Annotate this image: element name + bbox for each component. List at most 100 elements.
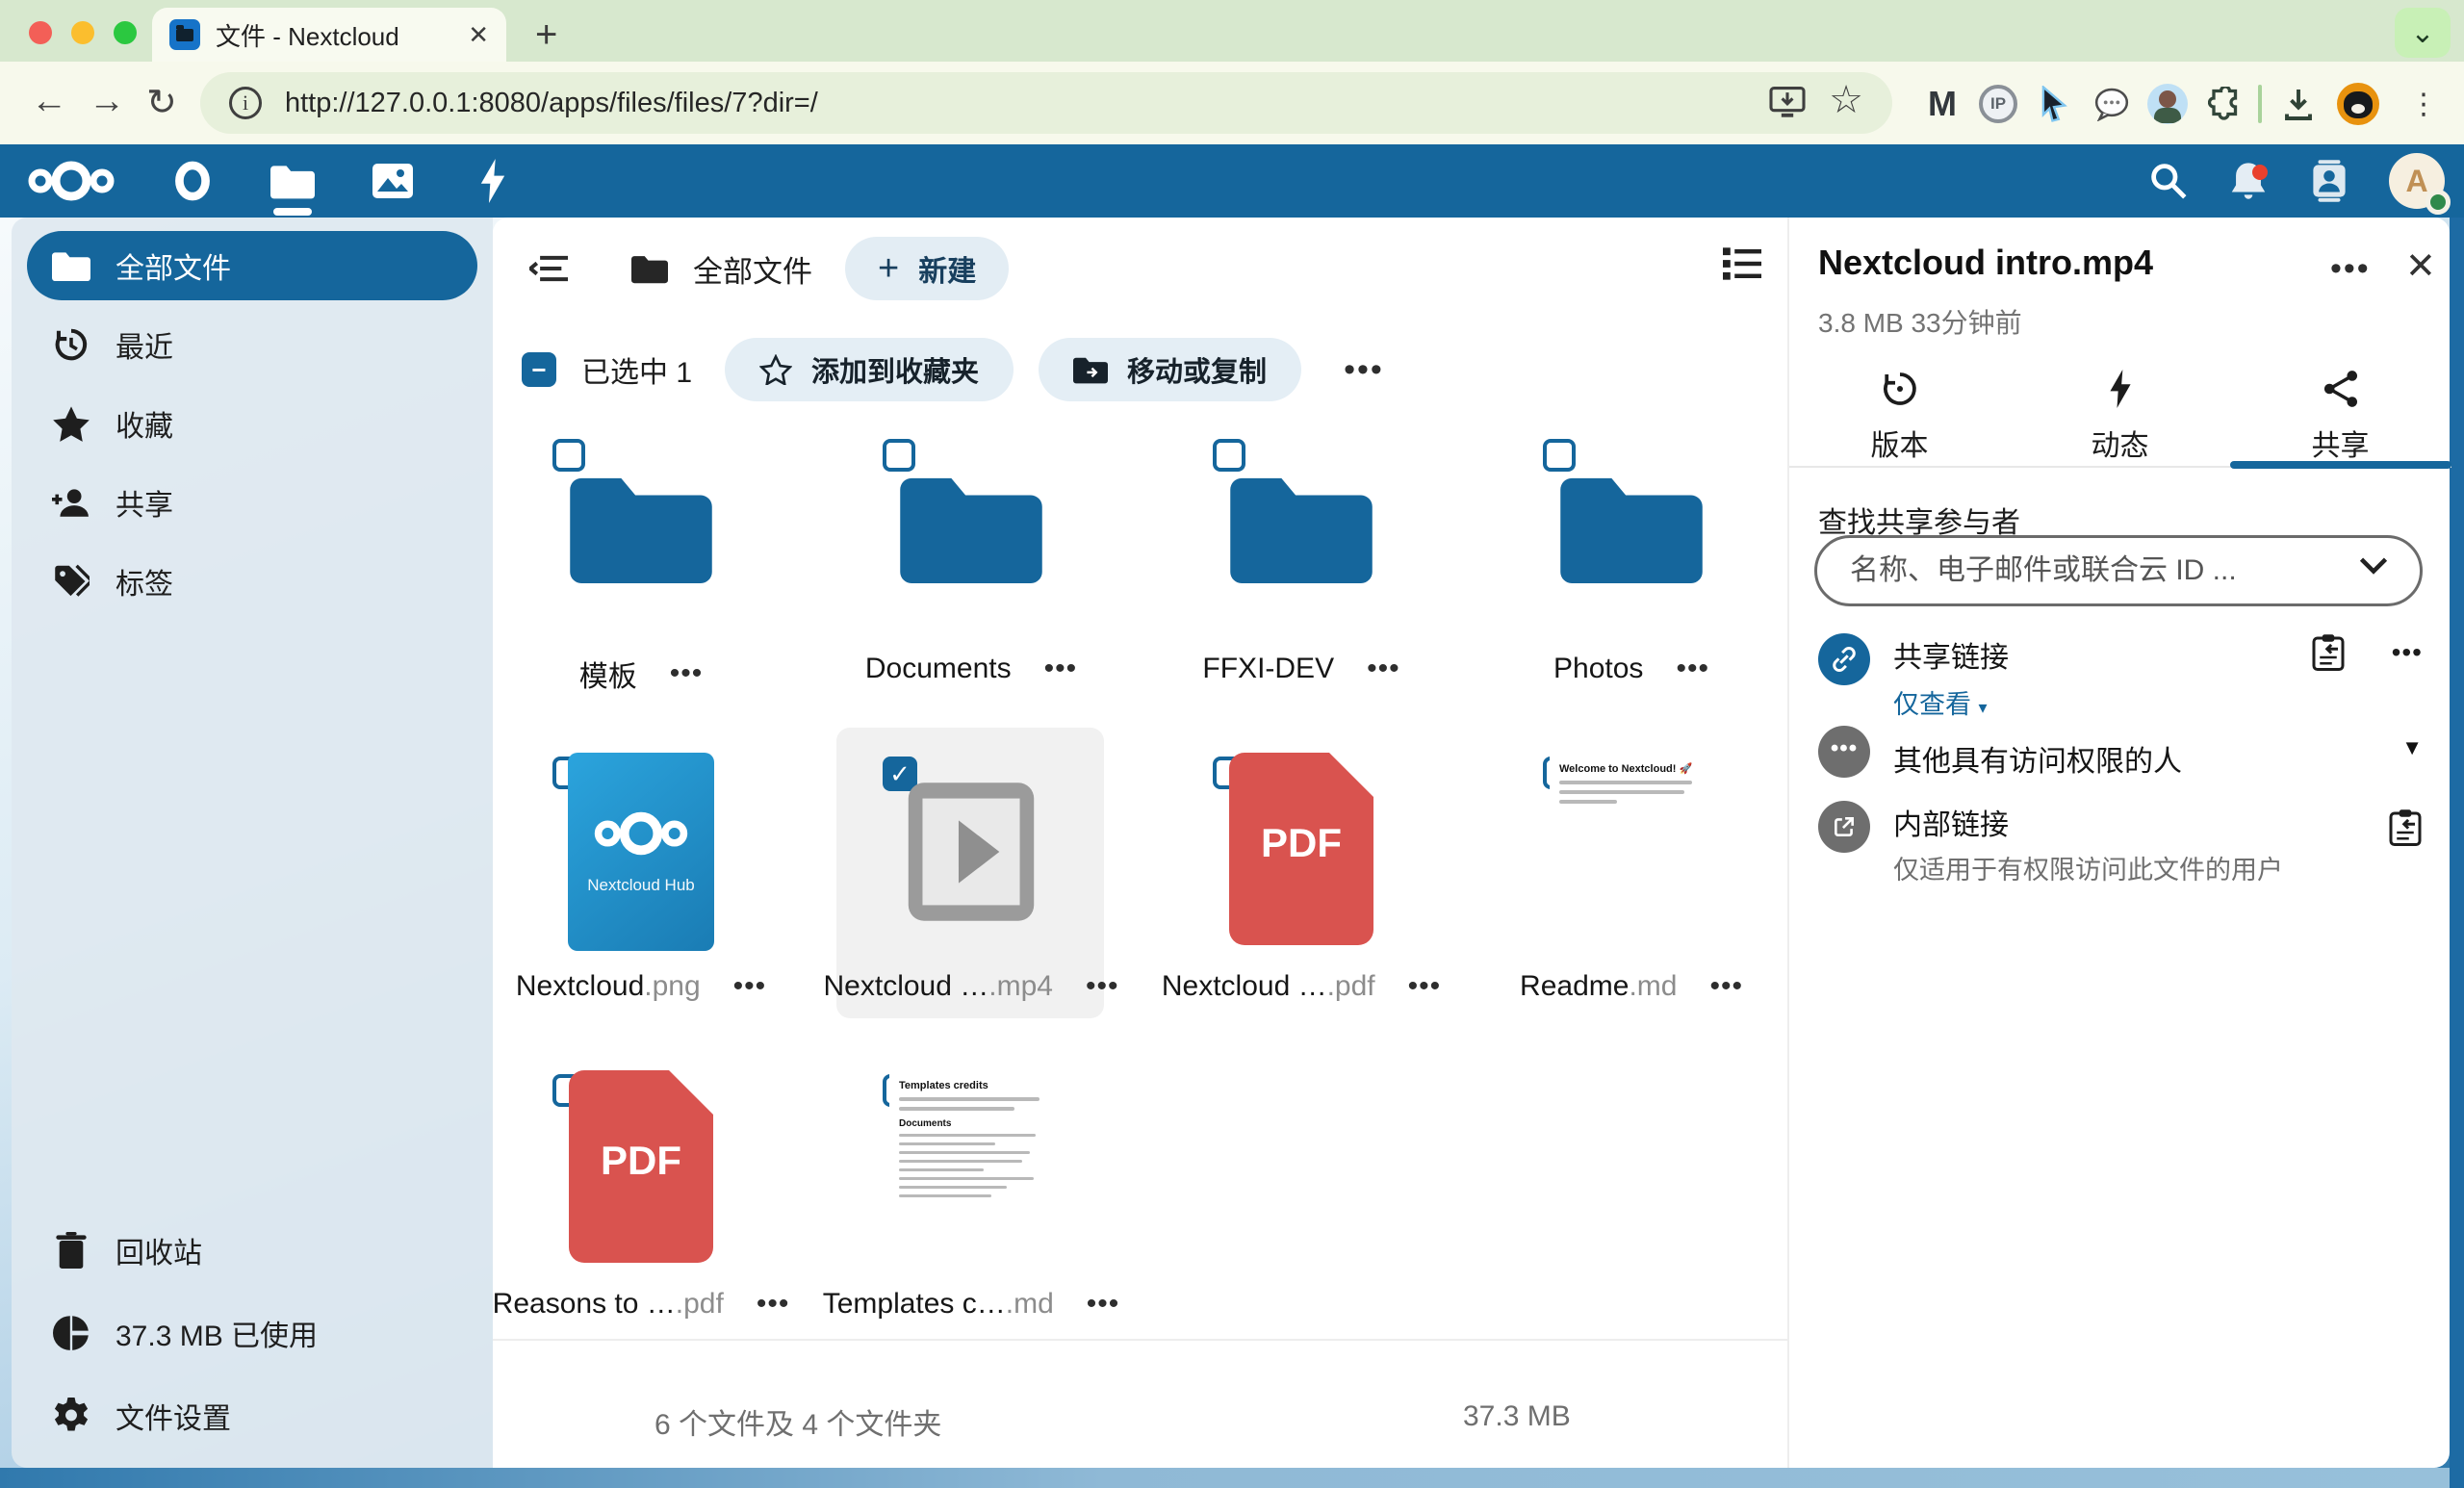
- profile-avatar-icon[interactable]: [2337, 83, 2379, 125]
- file-actions-icon[interactable]: •••: [1086, 970, 1119, 1003]
- file-checkbox[interactable]: [1213, 439, 1245, 472]
- tab-activity[interactable]: 动态: [2010, 360, 2230, 466]
- selection-more-icon[interactable]: •••: [1344, 351, 1384, 389]
- address-bar[interactable]: i http://127.0.0.1:8080/apps/files/files…: [200, 72, 1892, 134]
- file-actions-icon[interactable]: •••: [1709, 970, 1743, 1003]
- favorite-button-label: 添加到收藏夹: [811, 349, 979, 390]
- share-link-permission[interactable]: 仅查看 ▾: [1893, 683, 2009, 721]
- browser-tab[interactable]: 文件 - Nextcloud ✕: [152, 8, 506, 62]
- breadcrumb-label: 全部文件: [693, 247, 812, 291]
- sidebar-item-favorites[interactable]: 收藏: [27, 389, 477, 458]
- file-actions-icon[interactable]: •••: [1408, 970, 1442, 1003]
- others-label: 其他具有访问权限的人: [1893, 737, 2182, 780]
- expand-caret-icon[interactable]: ▼: [2401, 735, 2423, 760]
- folder-icon: [1499, 470, 1764, 583]
- sidebar-item-recent[interactable]: 最近: [27, 310, 477, 379]
- file-checkbox[interactable]: [1543, 439, 1576, 472]
- search-icon[interactable]: [2148, 161, 2189, 201]
- close-window-button[interactable]: [29, 21, 52, 44]
- file-tile-folder[interactable]: 模板•••: [520, 435, 850, 753]
- thumbnail-label: Nextcloud Hub: [587, 876, 695, 895]
- extensions-puzzle-icon[interactable]: [2204, 83, 2246, 125]
- zoom-window-button[interactable]: [114, 21, 137, 44]
- browser-menu-icon[interactable]: ⋮: [2402, 83, 2445, 125]
- tab-sharing-active[interactable]: 共享: [2230, 360, 2451, 466]
- sidebar-item-quota[interactable]: 37.3 MB 已使用: [27, 1298, 477, 1368]
- sidebar-item-shares[interactable]: 共享: [27, 468, 477, 537]
- back-button[interactable]: ←: [31, 81, 67, 122]
- nextcloud-header: A: [0, 144, 2464, 218]
- sidebar-item-trash[interactable]: 回收站: [27, 1216, 477, 1285]
- tab-versions[interactable]: 版本: [1789, 360, 2010, 466]
- minimize-window-button[interactable]: [71, 21, 94, 44]
- downloads-icon[interactable]: [2277, 83, 2320, 125]
- list-view-toggle-icon[interactable]: [1723, 246, 1761, 281]
- chevron-down-icon[interactable]: [2359, 556, 2388, 576]
- extension-cursor-icon[interactable]: [2033, 83, 2075, 125]
- tab-close-icon[interactable]: ✕: [468, 20, 489, 50]
- others-with-access-row[interactable]: ••• 其他具有访问权限的人 ▼: [1818, 726, 2423, 780]
- user-avatar[interactable]: A: [2389, 153, 2445, 209]
- file-actions-icon[interactable]: •••: [1676, 653, 1709, 685]
- notifications-bell-icon[interactable]: [2227, 159, 2270, 203]
- file-tile-folder[interactable]: FFXI-DEV•••: [1180, 435, 1510, 753]
- install-app-icon[interactable]: [1769, 87, 1806, 119]
- file-actions-icon[interactable]: •••: [1367, 653, 1400, 685]
- add-to-favorites-button[interactable]: 添加到收藏夹: [725, 338, 1014, 401]
- file-actions-icon[interactable]: •••: [670, 657, 704, 690]
- account-plus-icon: [52, 485, 90, 520]
- reload-button[interactable]: ↻: [146, 81, 177, 124]
- sidebar-item-all-files[interactable]: 全部文件: [27, 231, 477, 300]
- app-activity-icon[interactable]: [468, 144, 518, 218]
- sidebar-item-settings[interactable]: 文件设置: [27, 1381, 477, 1450]
- internal-link-row[interactable]: 内部链接 仅适用于有权限访问此文件的用户: [1818, 801, 2423, 886]
- move-or-copy-button[interactable]: 移动或复制: [1039, 338, 1301, 401]
- details-more-icon[interactable]: •••: [2330, 250, 2371, 288]
- file-checkbox[interactable]: [552, 439, 585, 472]
- collapse-sidebar-icon[interactable]: [522, 253, 576, 284]
- forward-button[interactable]: →: [89, 81, 125, 122]
- browser-tab-strip: 文件 - Nextcloud ✕ + ⌄: [0, 0, 2464, 62]
- sidebar-item-label: 共享: [116, 481, 173, 524]
- details-close-icon[interactable]: ✕: [2405, 244, 2436, 288]
- sidebar-item-label: 最近: [116, 323, 173, 366]
- file-actions-icon[interactable]: •••: [757, 1288, 790, 1321]
- extension-m-icon[interactable]: M: [1921, 83, 1964, 125]
- extension-ip-icon[interactable]: IP: [1977, 83, 2019, 125]
- app-files-icon[interactable]: [268, 144, 318, 218]
- share-link-row[interactable]: 共享链接 仅查看 ▾ •••: [1818, 633, 2423, 721]
- sidebar-item-tags[interactable]: 标签: [27, 547, 477, 616]
- sharing-search-input[interactable]: [1814, 535, 2423, 606]
- app-photos-icon[interactable]: [368, 144, 418, 218]
- file-tile-image[interactable]: Nextcloud Hub Nextcloud.png•••: [520, 753, 850, 1070]
- window-controls[interactable]: [29, 21, 137, 44]
- share-link-more-icon[interactable]: •••: [2392, 637, 2423, 668]
- contacts-icon[interactable]: [2308, 159, 2350, 203]
- copy-internal-link-icon[interactable]: [2388, 808, 2423, 847]
- file-tile-pdf[interactable]: PDF Nextcloud ….pdf•••: [1180, 753, 1510, 1070]
- file-checkbox[interactable]: [883, 439, 915, 472]
- file-name: Nextcloud ….mp4: [824, 970, 1053, 1003]
- file-actions-icon[interactable]: •••: [1087, 1288, 1120, 1321]
- tab-search-button[interactable]: ⌄: [2395, 8, 2451, 58]
- select-all-checkbox[interactable]: −: [522, 352, 556, 387]
- site-info-icon[interactable]: i: [229, 87, 262, 119]
- app-dashboard-icon[interactable]: [167, 144, 218, 218]
- file-actions-icon[interactable]: •••: [733, 970, 767, 1003]
- link-icon: [1818, 633, 1870, 685]
- bookmark-star-icon[interactable]: ☆: [1829, 78, 1863, 122]
- new-tab-button[interactable]: +: [535, 13, 557, 57]
- copy-link-icon[interactable]: [2311, 633, 2346, 672]
- plus-icon: +: [878, 248, 899, 290]
- breadcrumb[interactable]: 全部文件: [631, 247, 812, 291]
- file-actions-icon[interactable]: •••: [1044, 653, 1078, 685]
- extension-chat-icon[interactable]: [2091, 83, 2133, 125]
- gear-icon: [52, 1398, 90, 1434]
- new-button[interactable]: + 新建: [845, 237, 1009, 300]
- extension-avatar-icon[interactable]: [2146, 83, 2189, 125]
- nextcloud-logo[interactable]: [25, 144, 117, 218]
- new-button-label: 新建: [918, 247, 976, 290]
- background-right-edge: [2450, 218, 2464, 1488]
- file-tile-video-selected[interactable]: ✓ Nextcloud ….mp4•••: [850, 753, 1180, 1070]
- file-tile-folder[interactable]: Documents•••: [850, 435, 1180, 753]
